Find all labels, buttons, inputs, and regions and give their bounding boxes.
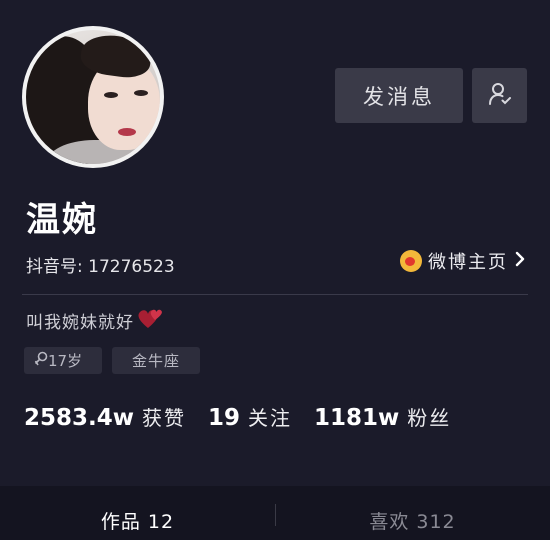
avatar-lips bbox=[118, 128, 136, 136]
followers-stat[interactable]: 1181w 粉丝 bbox=[314, 402, 451, 431]
heart-icon bbox=[136, 306, 166, 335]
stats-row: 2583.4w 获赞 19 关注 1181w 粉丝 bbox=[24, 402, 473, 431]
follow-button[interactable] bbox=[472, 68, 527, 123]
followers-label: 粉丝 bbox=[407, 406, 452, 430]
weibo-icon bbox=[400, 250, 422, 272]
weibo-label: 微博主页 bbox=[428, 252, 508, 273]
avatar-eye-right bbox=[134, 90, 148, 96]
followers-count: 1181w bbox=[314, 405, 400, 431]
avatar[interactable] bbox=[22, 26, 164, 168]
profile-name: 温婉 bbox=[26, 200, 98, 240]
likes-count: 2583.4w bbox=[24, 405, 135, 431]
avatar-eye-left bbox=[104, 92, 118, 98]
bio-text: 叫我婉妹就好 bbox=[26, 313, 134, 333]
content-tabbar: 作品 12 喜欢 312 bbox=[0, 486, 550, 540]
user-check-icon bbox=[487, 81, 513, 111]
tab-works[interactable]: 作品 12 bbox=[0, 486, 275, 540]
bio: 叫我婉妹就好 bbox=[26, 306, 166, 335]
weibo-homepage-link[interactable]: 微博主页 bbox=[400, 248, 526, 274]
zodiac-tag: 金牛座 bbox=[112, 347, 200, 374]
likes-stat: 2583.4w 获赞 bbox=[24, 402, 186, 431]
likes-label: 获赞 bbox=[142, 406, 187, 430]
age-tag: 17岁 bbox=[24, 347, 102, 374]
divider bbox=[22, 294, 528, 295]
following-label: 关注 bbox=[248, 406, 293, 430]
avatar-photo bbox=[26, 30, 160, 164]
age-text: 17岁 bbox=[48, 352, 83, 370]
account-id: 抖音号: 17276523 bbox=[26, 257, 175, 277]
following-count: 19 bbox=[208, 405, 241, 431]
send-message-button[interactable]: 发消息 bbox=[335, 68, 463, 123]
following-stat[interactable]: 19 关注 bbox=[208, 402, 292, 431]
tab-likes[interactable]: 喜欢 312 bbox=[275, 486, 550, 540]
female-icon bbox=[34, 351, 48, 371]
chevron-right-icon bbox=[514, 251, 526, 272]
